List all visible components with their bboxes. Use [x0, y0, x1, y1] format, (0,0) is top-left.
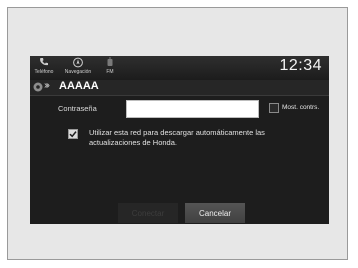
- status-bar: Teléfono Navegación FM 12:34: [30, 56, 329, 80]
- phone-icon: [40, 58, 48, 66]
- network-name: AAAAA: [59, 80, 99, 92]
- connect-button[interactable]: Conectar: [118, 203, 178, 223]
- compass-icon: [73, 57, 83, 68]
- title-bar: ››› AAAAA: [30, 80, 329, 96]
- show-password-label: Most. contrs.: [282, 104, 320, 111]
- password-label: Contraseña: [58, 104, 97, 113]
- nav-phone-label: Teléfono: [34, 69, 54, 75]
- nav-navigation-label: Navegación: [64, 69, 92, 75]
- auto-update-label: Utilizar esta red para descargar automát…: [89, 128, 265, 147]
- nav-phone[interactable]: Teléfono: [32, 56, 56, 80]
- nav-fm[interactable]: FM: [100, 56, 120, 80]
- nav-navigation[interactable]: Navegación: [58, 56, 98, 80]
- wifi-settings-icon: [33, 82, 43, 92]
- nav-fm-label: FM: [106, 69, 114, 75]
- clock: 12:34: [279, 57, 322, 74]
- chevron-right-icon: ›››: [44, 80, 50, 91]
- radio-icon: [107, 57, 113, 66]
- auto-update-checkbox[interactable]: [68, 129, 78, 139]
- infotainment-screen: Teléfono Navegación FM 12:34 ››› AAAAA C…: [30, 56, 329, 224]
- password-input[interactable]: [126, 100, 259, 118]
- show-password-checkbox[interactable]: [269, 103, 279, 113]
- checkmark-icon: [69, 131, 77, 138]
- cancel-button[interactable]: Cancelar: [185, 203, 245, 223]
